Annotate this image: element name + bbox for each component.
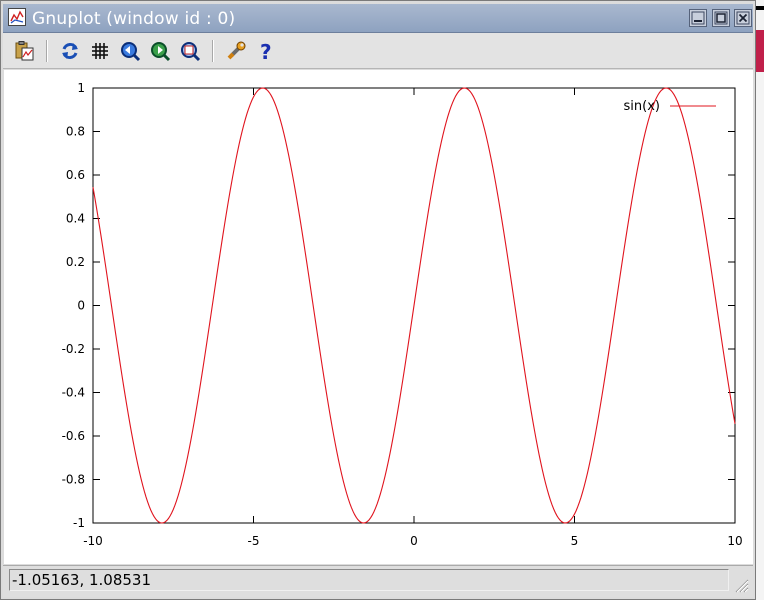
y-tick-label: 0	[77, 299, 85, 313]
title-bar[interactable]: Gnuplot (window id : 0)	[3, 4, 753, 33]
desktop-decoration	[756, 30, 764, 72]
grid-icon	[92, 43, 108, 59]
copy-to-clipboard-button[interactable]	[13, 39, 37, 63]
sin-curve-line	[92, 87, 736, 524]
toolbar-separator	[212, 40, 214, 62]
autoscale-button[interactable]	[178, 39, 202, 63]
zoom-previous-icon	[121, 42, 141, 62]
minimize-button[interactable]	[689, 9, 707, 27]
help-icon: ?	[260, 40, 272, 62]
zoom-previous-button[interactable]	[118, 39, 142, 63]
close-button[interactable]	[734, 9, 752, 27]
status-bar: -1.05163, 1.08531	[3, 565, 753, 597]
grid-button[interactable]	[88, 39, 112, 63]
toolbar: ?	[3, 33, 753, 69]
legend-label: sin(x)	[624, 99, 660, 114]
desktop-decoration	[756, 6, 764, 10]
gnuplot-window: Gnuplot (window id : 0) ? 1 0.8 0.6 0.4 …	[0, 0, 756, 600]
maximize-icon	[714, 11, 728, 25]
x-tick-label: -5	[248, 534, 260, 548]
x-tick-label: 10	[727, 534, 742, 548]
x-tick-label: 5	[571, 534, 579, 548]
y-tick-label: 0.6	[66, 168, 85, 182]
y-tick-label: 0.4	[66, 212, 85, 226]
mouse-coordinates: -1.05163, 1.08531	[9, 569, 729, 591]
zoom-next-icon	[151, 42, 171, 62]
zoom-next-button[interactable]	[148, 39, 172, 63]
close-icon	[736, 11, 750, 25]
svg-text:?: ?	[260, 40, 272, 62]
configure-button[interactable]	[224, 39, 248, 63]
y-tick-label: 1	[77, 81, 85, 95]
copy-to-clipboard-icon	[15, 41, 34, 61]
y-tick-label: 0.2	[66, 255, 85, 269]
y-tick-label: 0.8	[66, 125, 85, 139]
maximize-button[interactable]	[712, 9, 730, 27]
desktop-edge	[756, 0, 764, 600]
minimize-icon	[691, 11, 705, 25]
y-tick-label: -0.6	[62, 429, 85, 443]
y-tick-label: -0.8	[62, 473, 85, 487]
y-tick-label: -0.4	[62, 386, 85, 400]
configure-icon	[227, 41, 246, 60]
resize-grip-icon[interactable]	[733, 577, 749, 593]
plot-canvas[interactable]: 1 0.8 0.6 0.4 0.2 0 -0.2 -0.4 -0.6 -0.8 -1 -10 -5 0 5 1…	[4, 70, 753, 564]
help-button[interactable]: ?	[254, 39, 278, 63]
gnuplot-app-icon[interactable]	[8, 8, 26, 26]
plot-svg: 1 0.8 0.6 0.4 0.2 0 -0.2 -0.4 -0.6 -0.8 -1 -10 -5 0 5 1…	[62, 81, 743, 548]
window-title: Gnuplot (window id : 0)	[32, 9, 236, 29]
replot-button[interactable]	[58, 39, 82, 63]
x-tick-label: 0	[410, 534, 418, 548]
y-tick-label: -0.2	[62, 342, 85, 356]
y-tick-label: -1	[73, 516, 85, 530]
toolbar-separator	[46, 40, 48, 62]
replot-icon	[62, 42, 78, 60]
x-tick-label: -10	[83, 534, 103, 548]
autoscale-icon	[181, 42, 201, 62]
